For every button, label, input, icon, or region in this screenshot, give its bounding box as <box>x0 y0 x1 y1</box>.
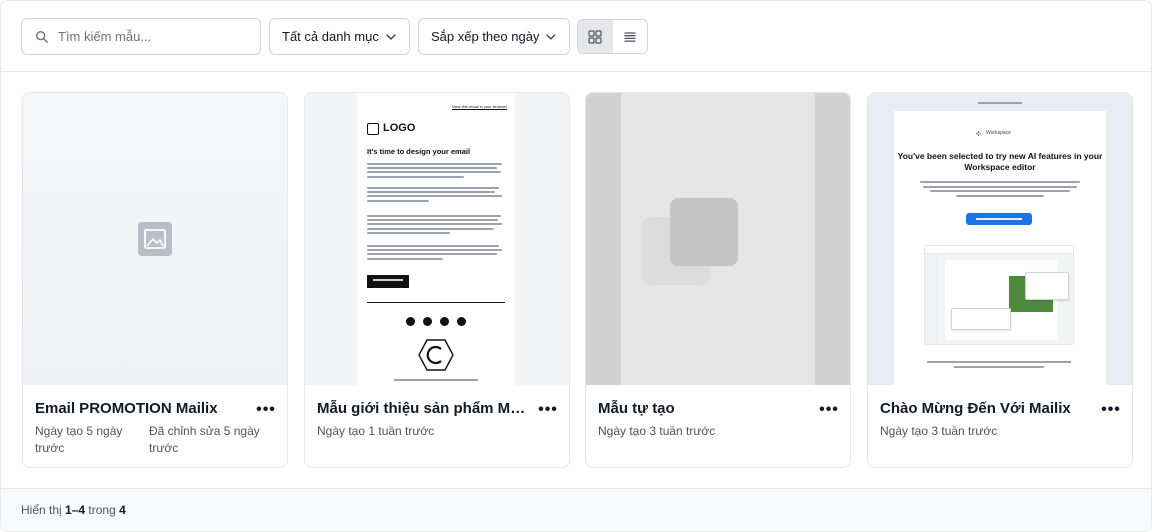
template-edited-date: Đã chỉnh sửa 5 ngày trước <box>149 424 260 455</box>
facebook-icon <box>406 317 415 326</box>
template-card[interactable]: Email PROMOTION Mailix ••• Ngày tạo 5 ng… <box>22 92 288 468</box>
category-select-label: Tất cả danh mục <box>282 29 379 44</box>
template-meta: Email PROMOTION Mailix ••• Ngày tạo 5 ng… <box>23 385 287 467</box>
template-meta: Chào Mừng Đến Với Mailix ••• Ngày tạo 3 … <box>868 385 1132 467</box>
template-created-date: Ngày tạo 5 ngày trước <box>35 424 123 455</box>
template-title: Mẫu giới thiệu sản phẩm Mailix Pro <box>317 400 533 417</box>
pagination-middle: trong <box>88 503 116 517</box>
sort-select-label: Sắp xếp theo ngày <box>431 29 540 44</box>
pagination-total: 4 <box>119 503 126 517</box>
template-created-date: Ngày tạo 3 tuần trước <box>880 424 998 438</box>
x-icon <box>457 317 466 326</box>
template-thumbnail <box>586 93 850 385</box>
category-select[interactable]: Tất cả danh mục <box>269 18 410 55</box>
template-card[interactable]: View this email in your browser LOGO It'… <box>304 92 570 468</box>
list-view-button[interactable] <box>613 20 648 53</box>
template-card[interactable]: Workspace You've been selected to try ne… <box>867 92 1133 468</box>
more-options-icon[interactable]: ••• <box>255 400 277 420</box>
template-thumbnail <box>23 93 287 385</box>
template-meta: Mẫu giới thiệu sản phẩm Mailix Pro ••• N… <box>305 385 569 467</box>
template-thumbnail: View this email in your browser LOGO It'… <box>305 93 569 385</box>
preview-heading: It's time to design your email <box>367 147 471 156</box>
preview-register-button <box>367 275 409 288</box>
view-toggle <box>577 19 648 54</box>
more-options-icon[interactable]: ••• <box>537 400 559 420</box>
grid-view-button[interactable] <box>578 20 613 53</box>
chevron-down-icon <box>386 33 396 40</box>
preview-cta-button <box>966 213 1032 225</box>
preview-paragraph <box>920 181 1080 199</box>
more-options-icon[interactable]: ••• <box>1100 400 1122 420</box>
preview-editor-screenshot <box>924 245 1074 345</box>
template-title: Email PROMOTION Mailix <box>35 400 218 417</box>
search-icon <box>36 31 48 43</box>
template-title: Chào Mừng Đến Với Mailix <box>880 400 1071 417</box>
template-grid: Email PROMOTION Mailix ••• Ngày tạo 5 ng… <box>22 92 1133 468</box>
pagination-range: 1–4 <box>65 503 86 517</box>
preview-divider <box>367 302 505 303</box>
logo-icon <box>367 123 379 135</box>
pagination-prefix: Hiển thị <box>21 503 62 517</box>
preview-paragraph <box>367 163 505 180</box>
preview-paragraph <box>367 245 505 262</box>
preview-view-link <box>978 102 1022 104</box>
chevron-down-icon <box>546 33 556 40</box>
toolbar: Tất cả danh mục Sắp xếp theo ngày <box>1 1 1151 72</box>
template-created-date: Ngày tạo 3 tuần trước <box>598 424 716 438</box>
pagination-footer: Hiển thị 1–4 trong 4 <box>1 488 1151 531</box>
preview-brand: Workspace <box>986 130 1011 136</box>
preview-logo-text: LOGO <box>383 122 416 134</box>
template-meta: Mẫu tự tạo ••• Ngày tạo 3 tuần trước <box>586 385 850 467</box>
template-created-date: Ngày tạo 1 tuần trước <box>317 424 435 438</box>
preview-footnote <box>924 361 1074 370</box>
email-preview: View this email in your browser LOGO It'… <box>357 93 515 385</box>
linkedin-icon <box>423 317 432 326</box>
preview-copyright <box>394 379 478 381</box>
preview-paragraph <box>367 215 505 236</box>
template-title: Mẫu tự tạo <box>598 400 675 417</box>
youtube-icon <box>440 317 449 326</box>
grid-icon <box>588 29 602 44</box>
template-card[interactable]: Mẫu tự tạo ••• Ngày tạo 3 tuần trước <box>585 92 851 468</box>
company-logo-icon <box>418 339 454 371</box>
pagination-info: Hiển thị 1–4 trong 4 <box>21 503 126 517</box>
preview-heading: You've been selected to try new AI featu… <box>897 151 1103 172</box>
preview-view-link: View this email in your browser <box>451 104 507 109</box>
template-thumbnail: Workspace You've been selected to try ne… <box>868 93 1132 385</box>
placeholder-square-icon <box>670 198 738 266</box>
list-icon <box>624 31 636 42</box>
search-box[interactable] <box>21 18 261 55</box>
workspace-logo-icon <box>976 131 981 136</box>
image-placeholder-icon <box>138 222 172 256</box>
workspace-email-preview: Workspace You've been selected to try ne… <box>894 111 1106 385</box>
templates-panel: Tất cả danh mục Sắp xếp theo ngày <box>0 0 1152 532</box>
sort-select[interactable]: Sắp xếp theo ngày <box>418 18 570 55</box>
more-options-icon[interactable]: ••• <box>818 400 840 420</box>
search-input[interactable] <box>58 20 254 53</box>
preview-paragraph <box>367 187 505 204</box>
